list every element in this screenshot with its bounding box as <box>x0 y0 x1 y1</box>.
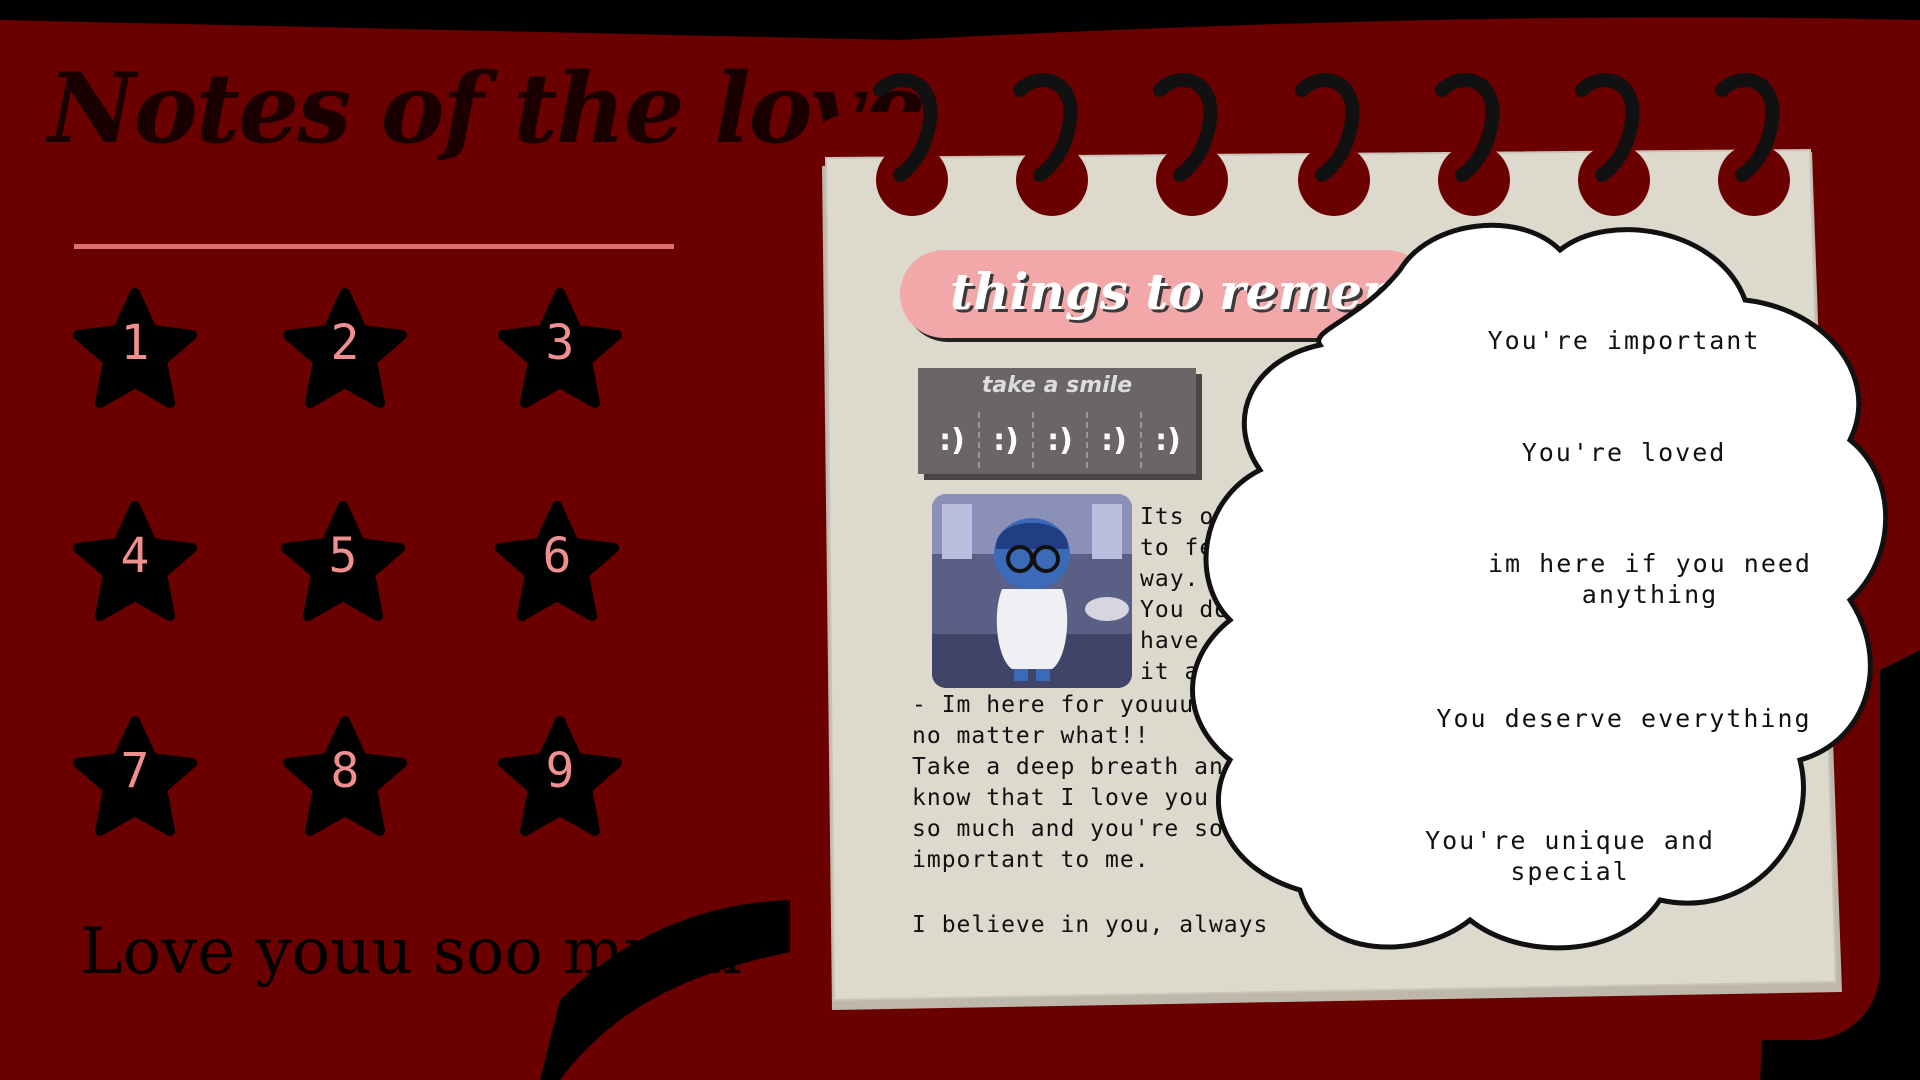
cloud-message-3: im here if you need anything <box>1488 549 1812 609</box>
cloud-message-2: You're loved <box>1521 438 1727 467</box>
speech-cloud <box>1190 222 1889 951</box>
cloud-message-4: You deserve everything <box>1436 704 1812 733</box>
cloud-message-1: You're important <box>1487 326 1761 355</box>
cloud-message-5: You're unique and special <box>1425 826 1715 886</box>
